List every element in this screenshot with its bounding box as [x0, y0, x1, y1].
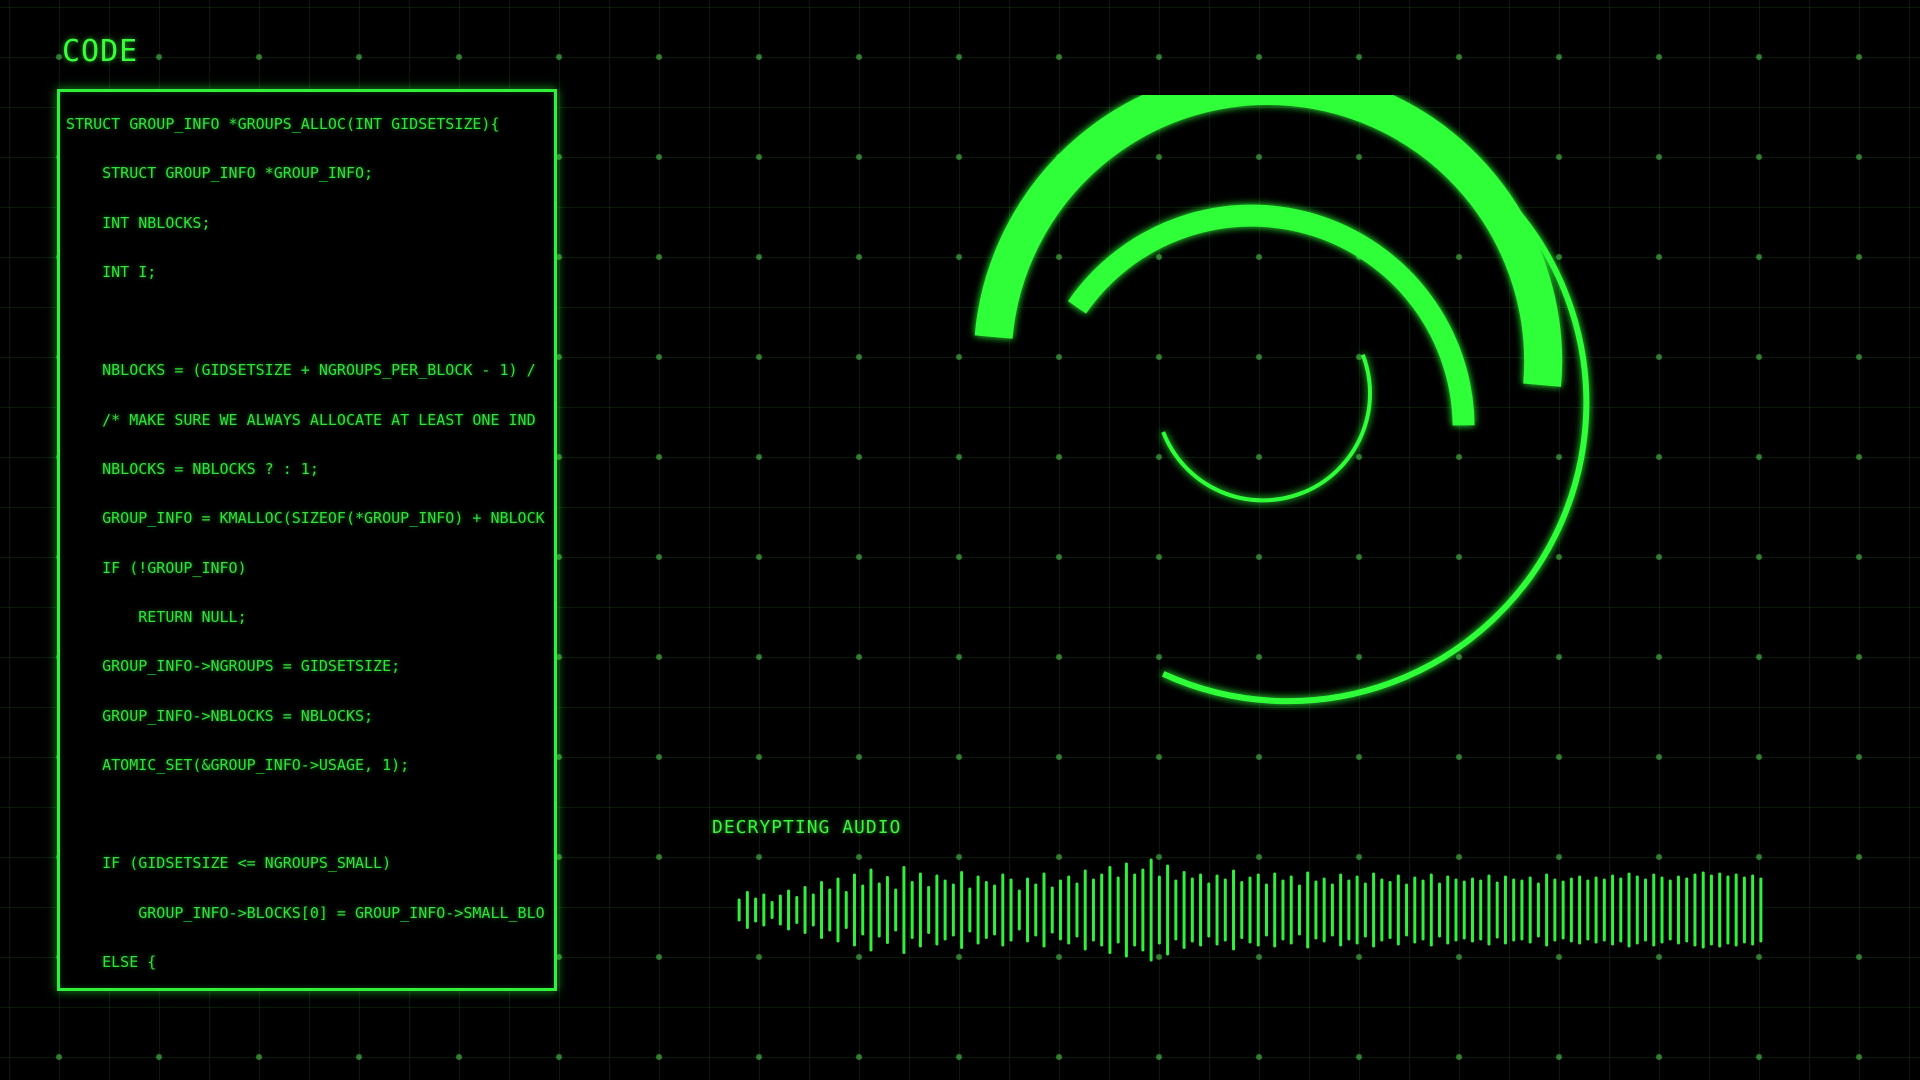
code-line: /* MAKE SURE WE ALWAYS ALLOCATE AT LEAST…	[66, 410, 536, 429]
code-panel: STRUCT GROUP_INFO *GROUPS_ALLOC(INT GIDS…	[57, 89, 557, 991]
code-line: NBLOCKS = NBLOCKS ? : 1;	[66, 460, 319, 479]
code-line: NBLOCKS = (GIDSETSIZE + NGROUPS_PER_BLOC…	[66, 361, 536, 380]
code-line: GROUP_INFO->NBLOCKS = NBLOCKS;	[66, 706, 374, 725]
code-line: INT NBLOCKS;	[66, 213, 211, 232]
inner-thin-arc	[1161, 353, 1372, 503]
code-panel-title: CODE	[62, 34, 139, 69]
audio-waveform	[737, 858, 1763, 962]
code-line: ELSE {	[66, 953, 157, 972]
code-line: GROUP_INFO = KMALLOC(SIZEOF(*GROUP_INFO)…	[66, 509, 545, 528]
code-line: IF (!GROUP_INFO)	[66, 558, 247, 577]
decrypting-audio-label: DECRYPTING AUDIO	[712, 817, 902, 838]
code-line: ATOMIC_SET(&GROUP_INFO->USAGE, 1);	[66, 755, 410, 774]
code-line: STRUCT GROUP_INFO *GROUP_INFO;	[66, 164, 374, 183]
code-listing: STRUCT GROUP_INFO *GROUPS_ALLOC(INT GIDS…	[66, 100, 545, 987]
code-line: STRUCT GROUP_INFO *GROUPS_ALLOC(INT GIDS…	[66, 115, 500, 133]
code-line: GROUP_INFO->BLOCKS[0] = GROUP_INFO->SMAL…	[66, 903, 545, 922]
code-line: INT I;	[66, 262, 157, 281]
outer-thick-arc	[974, 95, 1563, 387]
code-line: RETURN NULL;	[66, 607, 247, 626]
middle-thick-arc	[1067, 204, 1475, 426]
code-line: IF (GIDSETSIZE <= NGROUPS_SMALL)	[66, 854, 392, 873]
circular-progress-hud	[974, 95, 1590, 705]
code-line: GROUP_INFO->NGROUPS = GIDSETSIZE;	[66, 657, 401, 676]
